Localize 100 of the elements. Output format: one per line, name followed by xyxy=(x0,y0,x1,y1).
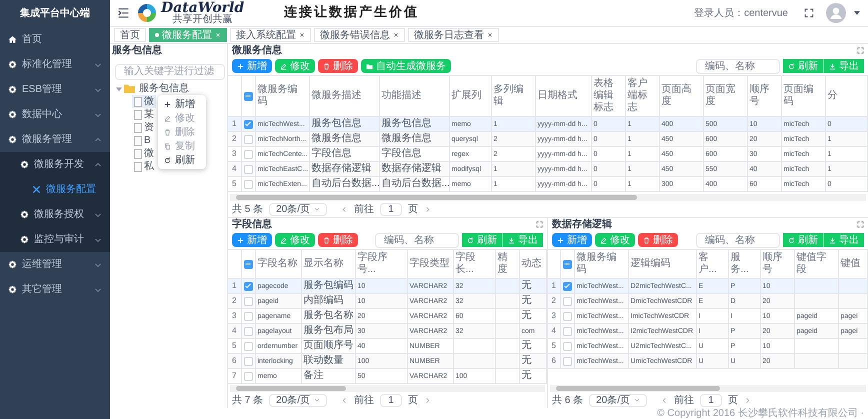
menu-item[interactable]: 刷新 xyxy=(158,153,206,167)
chevron-down-icon xyxy=(94,60,102,68)
scrollbar-thumb[interactable] xyxy=(236,195,637,200)
chevron-down-icon xyxy=(94,86,102,94)
plus-icon xyxy=(237,62,244,70)
scrollbar-thumb[interactable] xyxy=(236,386,346,391)
tab[interactable]: 微服务日志查看 xyxy=(408,28,499,42)
menu-item[interactable]: 微服务管理 xyxy=(0,127,110,152)
row-checkbox[interactable] xyxy=(244,326,252,336)
row-checkbox[interactable] xyxy=(244,342,252,350)
chevron-down-icon xyxy=(94,286,102,294)
menu-icon[interactable] xyxy=(118,8,129,18)
previous-page-icon[interactable] xyxy=(341,396,348,404)
menu-item[interactable]: 监控与审计 xyxy=(0,227,110,252)
search-field[interactable]: 编码、名称 xyxy=(375,232,459,248)
row-checkbox[interactable] xyxy=(562,342,572,350)
scrollbar[interactable] xyxy=(550,385,866,392)
menu-item[interactable]: 微服务配置 xyxy=(0,177,110,202)
chevron-down-icon xyxy=(634,397,640,403)
select-all-checkbox[interactable] xyxy=(562,260,572,268)
copy-icon xyxy=(164,142,171,150)
row-checkbox[interactable] xyxy=(244,296,252,306)
tab[interactable]: 微服务错误信息 xyxy=(314,28,405,42)
menu-item[interactable]: 微服务授权 xyxy=(0,202,110,227)
menu-item[interactable]: 新增 xyxy=(158,97,206,111)
tree-node[interactable]: 微 xyxy=(132,95,156,108)
previous-page-icon[interactable] xyxy=(341,206,348,212)
close-icon[interactable] xyxy=(487,32,493,38)
tree-node[interactable]: 私 xyxy=(132,160,156,173)
next-page-icon[interactable] xyxy=(424,396,432,404)
scrollbar[interactable] xyxy=(230,385,545,392)
menu-item[interactable]: 首页 xyxy=(0,27,110,52)
gear-icon xyxy=(8,285,17,294)
tree-node[interactable]: 微 xyxy=(132,147,156,160)
previous-page-icon[interactable] xyxy=(661,396,668,404)
expand-icon[interactable] xyxy=(857,47,864,54)
search-field[interactable]: 编码、名称 xyxy=(696,232,780,248)
menu-item[interactable]: 微服务开发 xyxy=(0,152,110,177)
total-count: 共 6 条 xyxy=(552,394,584,408)
pencil-icon xyxy=(164,114,171,122)
tree-node[interactable]: 某 xyxy=(132,108,156,121)
scrollbar[interactable] xyxy=(230,194,866,201)
table-cell: 自动后台数据... xyxy=(309,176,379,192)
checkmark-icon xyxy=(244,282,252,290)
row-checkbox[interactable] xyxy=(244,312,252,320)
row-checkbox[interactable] xyxy=(244,372,252,380)
row-checkbox[interactable] xyxy=(244,180,252,188)
row-checkbox[interactable] xyxy=(562,312,572,320)
gear-icon xyxy=(8,85,17,94)
scrollbar-thumb[interactable] xyxy=(556,386,720,391)
trash-icon xyxy=(164,128,171,136)
page-input[interactable]: 1 xyxy=(380,202,402,216)
select-all-checkbox[interactable] xyxy=(244,92,252,100)
row-checkbox[interactable] xyxy=(244,134,252,144)
checkmark-icon xyxy=(244,120,252,128)
fullscreen-icon[interactable] xyxy=(804,8,814,18)
menu-item[interactable]: 标准化管理 xyxy=(0,52,110,77)
page-input[interactable]: 1 xyxy=(380,394,402,406)
row-checkbox[interactable] xyxy=(244,120,252,128)
menu-item[interactable]: ESB管理 xyxy=(0,77,110,102)
page-size-select[interactable]: 20条/页 xyxy=(269,394,328,406)
tree-node[interactable]: B xyxy=(132,134,153,147)
chevron-down-icon xyxy=(94,110,102,118)
caret-icon[interactable] xyxy=(854,11,860,15)
page-size-select[interactable]: 20条/页 xyxy=(269,202,328,216)
row-checkbox[interactable] xyxy=(562,326,572,336)
tree-node[interactable]: 服务包信息 xyxy=(112,82,225,95)
trash-icon xyxy=(323,62,330,70)
page-unit-label: 页 xyxy=(408,394,418,408)
row-checkbox[interactable] xyxy=(562,356,572,366)
expand-icon[interactable] xyxy=(857,221,864,228)
tree-node[interactable]: 资 xyxy=(132,121,156,134)
row-checkbox[interactable] xyxy=(244,282,252,290)
menu-item[interactable]: 运维管理 xyxy=(0,252,110,277)
gear-icon xyxy=(8,110,17,119)
menu-item[interactable]: 其它管理 xyxy=(0,277,110,302)
total-count: 共 7 条 xyxy=(232,394,264,408)
next-page-icon[interactable] xyxy=(424,206,432,212)
close-icon[interactable] xyxy=(393,32,399,38)
expand-icon[interactable] xyxy=(536,221,543,228)
row-checkbox[interactable] xyxy=(244,164,252,174)
next-page-icon[interactable] xyxy=(744,396,752,404)
plus-icon xyxy=(237,236,244,244)
home-icon xyxy=(8,35,17,44)
tab[interactable]: 首页 xyxy=(114,28,146,42)
row-checkbox[interactable] xyxy=(562,296,572,306)
filter-field[interactable]: 输入关键字进行过滤 xyxy=(115,64,225,80)
row-checkbox[interactable] xyxy=(244,356,252,366)
avatar-icon[interactable] xyxy=(826,3,846,23)
tab[interactable]: 接入系统配置 xyxy=(230,28,311,42)
select-all-checkbox[interactable] xyxy=(244,260,252,268)
row-checkbox[interactable] xyxy=(562,282,572,290)
menu-item[interactable]: 数据中心 xyxy=(0,102,110,127)
close-icon[interactable] xyxy=(299,32,305,38)
row-checkbox[interactable] xyxy=(244,150,252,158)
folder-icon xyxy=(366,62,373,70)
search-field[interactable]: 编码、名称 xyxy=(696,58,780,74)
total-count: 共 5 条 xyxy=(232,202,264,216)
page-input[interactable]: 1 xyxy=(700,394,722,406)
page-size-select[interactable]: 20条/页 xyxy=(589,394,648,406)
